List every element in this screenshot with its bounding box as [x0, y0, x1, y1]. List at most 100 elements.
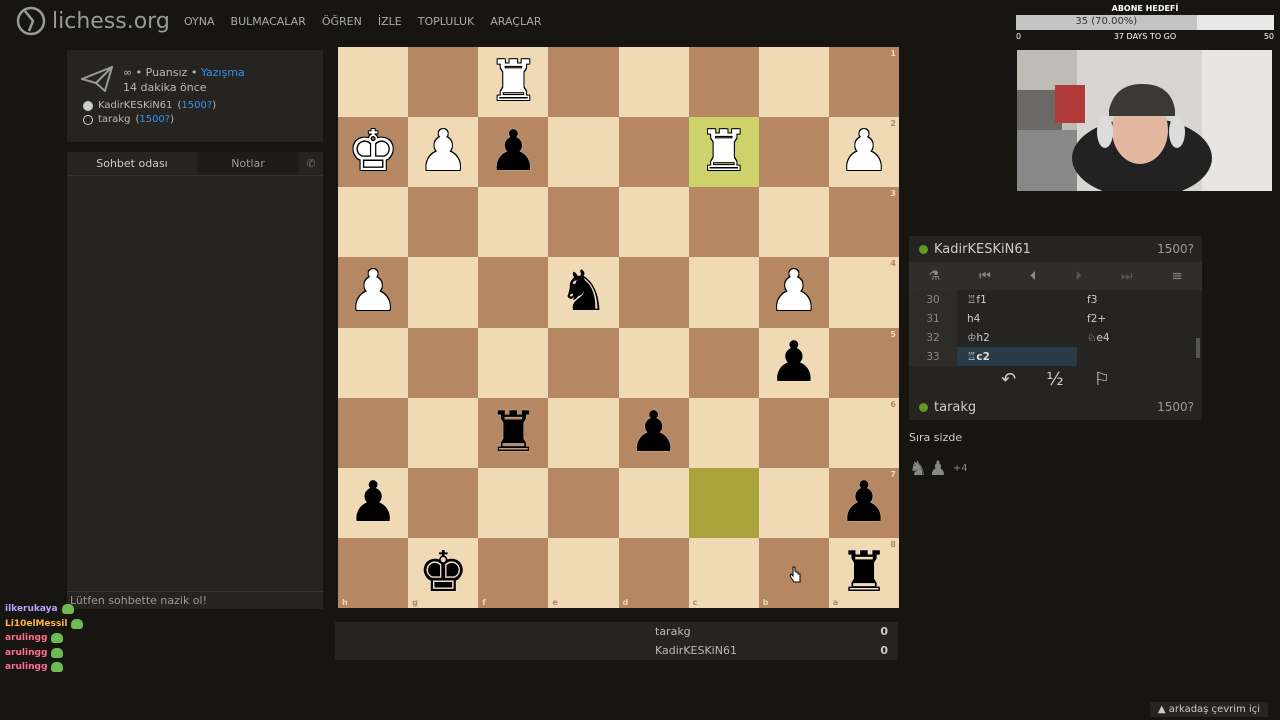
board-square[interactable]	[548, 327, 619, 398]
board-square[interactable]: c	[688, 537, 759, 608]
white-pawn-icon[interactable]: ♟	[769, 264, 819, 320]
board-square[interactable]	[758, 117, 829, 188]
board-square[interactable]	[478, 467, 549, 538]
black-pawn-icon[interactable]: ♟	[488, 124, 538, 180]
board-square[interactable]	[688, 47, 759, 118]
white-rook-icon[interactable]: ♜	[699, 124, 749, 180]
board-square[interactable]: ♟	[478, 117, 549, 188]
board-square[interactable]	[618, 327, 689, 398]
takeback-icon[interactable]: ↶	[1001, 369, 1016, 390]
board-square[interactable]: ♜	[478, 397, 549, 468]
board-square[interactable]	[408, 187, 479, 258]
correspondence-link[interactable]: Yazışma	[201, 66, 245, 79]
nav-watch[interactable]: İZLE	[378, 15, 402, 28]
board-square[interactable]: d	[618, 537, 689, 608]
board-square[interactable]	[408, 327, 479, 398]
white-pawn-icon[interactable]: ♟	[418, 124, 468, 180]
board-square[interactable]	[478, 187, 549, 258]
white-rook-icon[interactable]: ♜	[488, 54, 538, 110]
analysis-icon[interactable]: ⚗	[929, 269, 941, 284]
chess-board[interactable]: ♜ 1 ♚ ♟ ♟ ♜ ♟ 2 3 ♟ ♞ ♟ 4 ♟ 5 ♜ ♟ 6 ♟ ♟ 7 h ♚ g f e d c b ♜ 8 a	[338, 47, 899, 608]
board-square[interactable]: 6	[828, 397, 899, 468]
board-square[interactable]	[548, 187, 619, 258]
board-square[interactable]	[688, 257, 759, 328]
board-square[interactable]: f	[478, 537, 549, 608]
board-square[interactable]: e	[548, 537, 619, 608]
board-square[interactable]	[548, 47, 619, 118]
board-square[interactable]	[618, 187, 689, 258]
friends-online-button[interactable]: ▲ arkadaş çevrim içi	[1149, 702, 1268, 717]
board-square[interactable]	[758, 187, 829, 258]
white-pawn-icon[interactable]: ♟	[839, 124, 889, 180]
white-move[interactable]: ♖f1	[957, 290, 1077, 309]
board-square[interactable]	[688, 187, 759, 258]
black-king-icon[interactable]: ♚	[418, 544, 468, 601]
board-square[interactable]	[548, 467, 619, 538]
black-knight-icon[interactable]: ♞	[558, 264, 608, 320]
board-square[interactable]	[618, 467, 689, 538]
black-move[interactable]: f3	[1077, 290, 1197, 309]
board-square[interactable]	[338, 397, 409, 468]
board-square[interactable]: 3	[828, 187, 899, 258]
board-square[interactable]: ♚ g	[408, 537, 479, 608]
board-square[interactable]: ♜	[478, 47, 549, 118]
white-move[interactable]: ♖c2	[957, 347, 1077, 366]
nav-community[interactable]: TOPLULUK	[418, 15, 475, 28]
black-move[interactable]: f2+	[1077, 309, 1197, 328]
board-square[interactable]	[478, 327, 549, 398]
black-move[interactable]	[1077, 347, 1197, 366]
draw-offer-icon[interactable]: ½	[1046, 369, 1063, 390]
board-square[interactable]	[618, 117, 689, 188]
black-pawn-icon[interactable]: ♟	[348, 474, 398, 531]
nav-tools[interactable]: ARAÇLAR	[490, 15, 541, 28]
white-move[interactable]: h4	[957, 309, 1077, 328]
bottom-player[interactable]: tarakg 1500?	[909, 394, 1202, 420]
board-square[interactable]: ♟ 2	[828, 117, 899, 188]
white-move[interactable]: ♔h2	[957, 328, 1077, 347]
board-square[interactable]: 5	[828, 327, 899, 398]
black-pawn-icon[interactable]: ♟	[628, 404, 678, 461]
board-square[interactable]: ♟	[618, 397, 689, 468]
black-rook-icon[interactable]: ♜	[839, 544, 889, 601]
board-square[interactable]	[338, 47, 409, 118]
board-square[interactable]	[408, 47, 479, 118]
move-list-scrollbar[interactable]	[1196, 338, 1200, 358]
info-white-player[interactable]: KadirKESKiN61 (1500?)	[83, 100, 216, 111]
resign-flag-icon[interactable]: ⚐	[1094, 369, 1110, 390]
board-square[interactable]	[688, 397, 759, 468]
board-square[interactable]: ♚	[338, 117, 409, 188]
menu-icon[interactable]: ≡	[1172, 269, 1183, 284]
board-square[interactable]	[548, 397, 619, 468]
nav-play[interactable]: OYNA	[184, 15, 215, 28]
tab-chat-room[interactable]: Sohbet odası	[67, 152, 197, 175]
board-square[interactable]	[758, 467, 829, 538]
nav-learn[interactable]: ÖĞREN	[322, 15, 362, 28]
board-square[interactable]	[338, 187, 409, 258]
first-move-icon[interactable]: ⏮	[979, 269, 991, 284]
board-square[interactable]: 1	[828, 47, 899, 118]
board-square[interactable]	[548, 117, 619, 188]
info-black-player[interactable]: tarakg (1500?)	[83, 114, 174, 125]
top-player[interactable]: KadirKESKiN61 1500?	[909, 236, 1202, 262]
board-square[interactable]	[408, 257, 479, 328]
board-square[interactable]: h	[338, 537, 409, 608]
last-move-icon[interactable]: ⏭	[1121, 269, 1133, 284]
board-square[interactable]	[688, 467, 759, 538]
chat-input[interactable]: Lütfen sohbette nazik ol!	[67, 591, 323, 609]
board-square[interactable]: ♟	[338, 257, 409, 328]
board-square[interactable]	[758, 397, 829, 468]
board-square[interactable]	[408, 397, 479, 468]
board-square[interactable]	[478, 257, 549, 328]
prev-move-icon[interactable]: ⏴	[1030, 269, 1037, 284]
white-pawn-icon[interactable]: ♟	[348, 264, 398, 320]
black-move[interactable]: ♘e4	[1077, 328, 1197, 347]
board-square[interactable]: ♜ 8 a	[828, 537, 899, 608]
board-square[interactable]	[408, 467, 479, 538]
board-square[interactable]: 4	[828, 257, 899, 328]
board-square[interactable]	[618, 257, 689, 328]
board-square[interactable]: ♜	[688, 117, 759, 188]
board-square[interactable]	[758, 47, 829, 118]
black-pawn-icon[interactable]: ♟	[839, 474, 889, 531]
board-square[interactable]: ♞	[548, 257, 619, 328]
board-square[interactable]	[618, 47, 689, 118]
